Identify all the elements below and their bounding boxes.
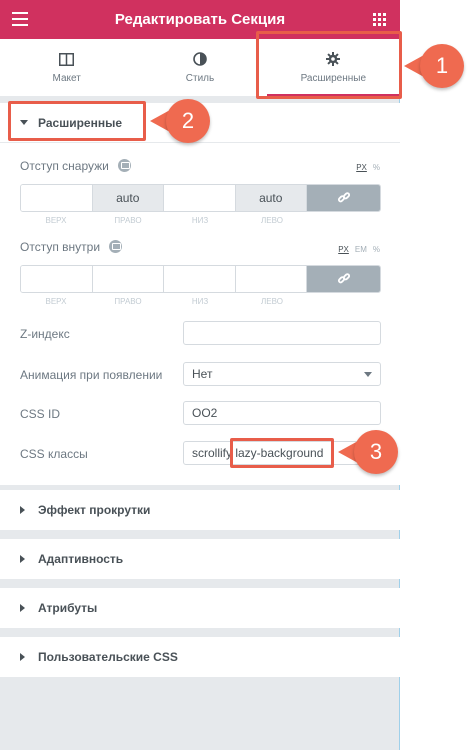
margin-label: Отступ снаружи <box>20 159 109 173</box>
caret-right-icon <box>20 653 25 661</box>
responsive-desktop-icon[interactable] <box>118 159 131 172</box>
section-responsive[interactable]: Адаптивность <box>0 539 400 579</box>
layout-icon <box>59 51 75 67</box>
unit-percent[interactable]: % <box>373 245 380 254</box>
caption-right: ПРАВО <box>114 216 142 225</box>
padding-label: Отступ внутри <box>20 240 101 254</box>
menu-icon[interactable] <box>12 12 28 26</box>
section-attributes-title: Атрибуты <box>38 601 98 615</box>
section-responsive-title: Адаптивность <box>38 552 124 566</box>
tab-layout-label: Макет <box>52 73 81 84</box>
section-scroll-effect[interactable]: Эффект прокрутки <box>0 490 400 530</box>
caption-bottom: НИЗ <box>191 297 209 306</box>
padding-captions: ВЕРХ ПРАВО НИЗ ЛЕВО <box>20 297 308 306</box>
caption-bottom: НИЗ <box>191 216 209 225</box>
chevron-down-icon <box>364 372 372 377</box>
padding-units: PX EM % <box>338 245 380 254</box>
margin-right-input[interactable]: auto <box>92 185 164 211</box>
padding-top-input[interactable] <box>21 266 93 292</box>
padding-dimensions <box>20 265 381 293</box>
responsive-desktop-icon[interactable] <box>109 240 122 253</box>
tab-style[interactable]: Стиль <box>133 39 266 96</box>
caption-top: ВЕРХ <box>45 297 67 306</box>
annotation-badge-2: 2 <box>166 99 210 143</box>
padding-left-input[interactable] <box>235 266 307 292</box>
caption-right: ПРАВО <box>114 297 142 306</box>
unit-percent[interactable]: % <box>373 163 380 172</box>
animation-label: Анимация при появлении <box>20 368 163 382</box>
canvas-area <box>401 0 469 750</box>
annotation-box-section-header <box>8 101 146 141</box>
caret-right-icon <box>20 506 25 514</box>
section-attributes[interactable]: Атрибуты <box>0 588 400 628</box>
margin-captions: ВЕРХ ПРАВО НИЗ ЛЕВО <box>20 216 308 225</box>
section-scroll-effect-title: Эффект прокрутки <box>38 503 151 517</box>
zindex-input[interactable] <box>183 321 381 345</box>
section-advanced-body: Отступ снаружи PX % auto auto ВЕРХ ПРАВО… <box>0 143 400 485</box>
margin-units: PX % <box>356 163 380 172</box>
cssclasses-label: CSS классы <box>20 447 88 461</box>
cssid-label: CSS ID <box>20 407 61 421</box>
padding-right-input[interactable] <box>92 266 164 292</box>
widgets-grid-icon[interactable] <box>373 13 386 26</box>
unit-em[interactable]: EM <box>355 245 367 254</box>
annotation-box-css-classes <box>230 438 334 468</box>
section-custom-css[interactable]: Пользовательские CSS <box>0 637 400 677</box>
contrast-icon <box>193 51 207 67</box>
margin-bottom-input[interactable] <box>164 185 236 211</box>
annotation-box-advanced-tab <box>256 31 402 99</box>
margin-left-input[interactable]: auto <box>235 185 307 211</box>
unit-px[interactable]: PX <box>356 163 367 172</box>
animation-selected: Нет <box>192 367 213 381</box>
caption-top: ВЕРХ <box>45 216 67 225</box>
caption-left: ЛЕВО <box>261 297 283 306</box>
tab-style-label: Стиль <box>185 73 215 84</box>
animation-select[interactable]: Нет <box>183 362 381 386</box>
caret-right-icon <box>20 555 25 563</box>
cssid-input[interactable]: OO2 <box>183 401 381 425</box>
tab-layout[interactable]: Макет <box>0 39 133 96</box>
caret-right-icon <box>20 604 25 612</box>
link-values-icon[interactable] <box>307 185 380 211</box>
annotation-badge-1: 1 <box>420 44 464 88</box>
caption-left: ЛЕВО <box>261 216 283 225</box>
unit-px[interactable]: PX <box>338 245 349 254</box>
zindex-label: Z-индекс <box>20 327 70 341</box>
margin-dimensions: auto auto <box>20 184 381 212</box>
margin-top-input[interactable] <box>21 185 93 211</box>
section-custom-css-title: Пользовательские CSS <box>38 650 178 664</box>
link-values-icon[interactable] <box>307 266 380 292</box>
padding-bottom-input[interactable] <box>164 266 236 292</box>
annotation-badge-3: 3 <box>354 430 398 474</box>
panel-title: Редактировать Секция <box>114 11 286 28</box>
